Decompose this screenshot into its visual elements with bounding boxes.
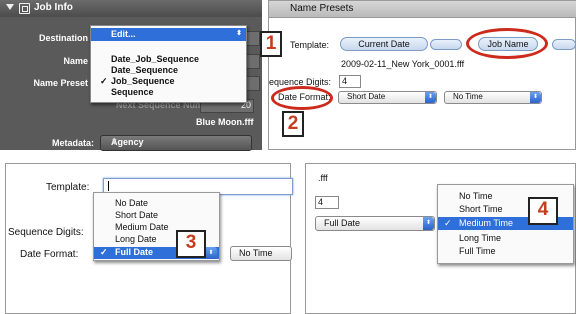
menu-item-sequence[interactable]: Sequence xyxy=(111,87,154,97)
menu-item-job-sequence[interactable]: Job_Sequence xyxy=(111,76,175,86)
menu-item-label: Full Date xyxy=(115,247,154,257)
window-icon xyxy=(19,3,30,14)
name-preset-label: Name Preset xyxy=(33,78,88,88)
name-preset-menu: Edit... ⬍ Date_Job_Sequence Date_Sequenc… xyxy=(90,25,247,103)
date-format-label: Date Format: xyxy=(278,92,331,102)
menu-item-short-date[interactable]: Short Date xyxy=(115,210,158,220)
sequence-digits-value: 4 xyxy=(342,76,348,86)
stepper-icon: ⬍ xyxy=(236,30,242,37)
menu-item-medium-date[interactable]: Medium Date xyxy=(115,222,169,232)
stepper-icon: ⬍ xyxy=(425,92,436,103)
template-label: Template: xyxy=(46,182,90,193)
stepper-icon: ⬍ xyxy=(205,247,217,259)
menu-item-no-time[interactable]: No Time xyxy=(459,191,493,201)
menu-item-label: Medium Time xyxy=(459,218,514,228)
template-token-separator[interactable] xyxy=(430,39,462,50)
time-format-select[interactable]: No Time xyxy=(230,246,292,261)
menu-item-date-sequence[interactable]: Date_Sequence xyxy=(111,65,178,75)
menu-item-date-job-sequence[interactable]: Date_Job_Sequence xyxy=(111,54,199,64)
checkmark-icon: ✓ xyxy=(100,76,108,86)
name-presets-panel xyxy=(268,0,576,150)
metadata-label: Metadata: xyxy=(51,138,94,148)
sequence-digits-field[interactable]: 4 xyxy=(315,196,339,209)
menu-item-no-date[interactable]: No Date xyxy=(115,198,148,208)
checkmark-icon: ✓ xyxy=(444,218,452,228)
stepper-icon: ⬍ xyxy=(530,92,541,103)
callout-badge-1: 1 xyxy=(260,31,282,57)
job-name-highlight-ring xyxy=(466,28,548,59)
name-preview: 2009-02-11_New York_0001.fff xyxy=(341,59,465,69)
name-field[interactable] xyxy=(246,54,260,69)
filename-preview: Blue Moon.fff xyxy=(196,117,254,127)
job-info-header[interactable]: Job Info xyxy=(0,0,262,17)
template-label: Template: xyxy=(290,40,330,50)
date-format-select[interactable]: Full Date ⬍ xyxy=(315,216,435,231)
date-format-value: Full Date xyxy=(324,218,361,228)
menu-item-short-time[interactable]: Short Time xyxy=(459,204,503,214)
menu-item-long-date[interactable]: Long Date xyxy=(115,234,157,244)
job-info-title: Job Info xyxy=(34,2,73,13)
stepper-icon: ⬍ xyxy=(111,137,118,146)
name-label: Name xyxy=(63,56,88,66)
stepper-icon: ⬍ xyxy=(423,217,434,230)
template-token-trailing[interactable] xyxy=(552,39,576,50)
time-format-value: No Time xyxy=(453,92,483,101)
sequence-digits-label: Sequence Digits: xyxy=(8,227,84,238)
checkmark-icon: ✓ xyxy=(100,247,108,257)
name-preset-select[interactable] xyxy=(246,76,260,91)
sequence-digits-value: 4 xyxy=(318,197,324,207)
sequence-digits-field[interactable]: 4 xyxy=(339,75,361,88)
menu-item-long-time[interactable]: Long Time xyxy=(459,233,501,243)
menu-item-label: Edit... xyxy=(111,29,136,39)
callout-badge-4: 4 xyxy=(528,197,558,225)
metadata-select[interactable]: Agency ⬍ xyxy=(100,135,252,151)
menu-item-edit[interactable]: Edit... ⬍ xyxy=(91,28,246,41)
filename-preview: .fff xyxy=(318,173,328,183)
destination-label: Destination xyxy=(38,33,88,43)
name-presets-title: Name Presets xyxy=(290,3,354,14)
menu-item-full-time[interactable]: Full Time xyxy=(459,246,496,256)
destination-field[interactable] xyxy=(246,31,260,46)
callout-badge-2: 2 xyxy=(282,111,304,137)
date-format-select[interactable]: Short Date ⬍ xyxy=(338,91,437,104)
time-format-select[interactable]: No Time ⬍ xyxy=(444,91,542,104)
disclosure-triangle-icon[interactable] xyxy=(6,4,14,10)
template-token-current-date[interactable]: Current Date xyxy=(340,37,428,51)
text-cursor xyxy=(108,181,109,191)
date-format-value: Short Date xyxy=(347,92,386,101)
callout-badge-3: 3 xyxy=(176,230,206,258)
time-format-value: No Time xyxy=(239,248,273,258)
date-format-label: Date Format: xyxy=(20,249,79,260)
